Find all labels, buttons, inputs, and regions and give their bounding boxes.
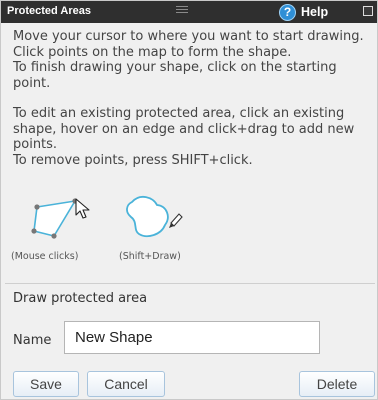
polygon-clicks-icon: [31, 198, 78, 239]
drawing-illustrations: (Mouse clicks) (Shift+Draw): [11, 191, 201, 271]
help-label: Help: [301, 5, 329, 19]
shift-draw-caption: (Shift+Draw): [119, 251, 181, 262]
panel-titlebar[interactable]: Protected Areas ? Help: [1, 1, 377, 23]
minimize-icon[interactable]: [363, 6, 373, 16]
pencil-icon: [169, 213, 183, 228]
name-label: Name: [13, 333, 52, 348]
name-input[interactable]: [64, 321, 320, 354]
instruction-line: shape, hover on an edge and click+drag t…: [13, 121, 355, 137]
instruction-line: Click points on the map to form the shap…: [13, 44, 292, 60]
instruction-line: point.: [13, 75, 51, 91]
instruction-line: points.: [13, 137, 58, 152]
panel-title: Protected Areas: [7, 5, 91, 17]
freehand-shape-icon: [126, 195, 169, 238]
mouse-clicks-caption: (Mouse clicks): [11, 251, 79, 262]
help-button[interactable]: ? Help: [279, 3, 328, 21]
cursor-arrow-icon: [75, 198, 90, 219]
instruction-line: To remove points, press SHIFT+click.: [13, 152, 253, 168]
instruction-line: To finish drawing your shape, click on t…: [13, 60, 337, 75]
cancel-button[interactable]: Cancel: [87, 371, 165, 397]
instructions: Move your cursor to where you want to st…: [13, 29, 373, 168]
illustrations-svg: [31, 195, 183, 239]
save-button[interactable]: Save: [13, 371, 79, 397]
instruction-line: Move your cursor to where you want to st…: [13, 29, 364, 44]
section-title: Draw protected area: [13, 291, 148, 306]
instruction-line: To edit an existing protected area, clic…: [13, 106, 345, 121]
drag-grip-icon[interactable]: [176, 6, 188, 16]
delete-button[interactable]: Delete: [299, 371, 375, 397]
divider: [5, 283, 375, 284]
protected-areas-panel: Protected Areas ? Help Move your cursor …: [0, 0, 378, 400]
question-circle-icon: ?: [279, 3, 296, 21]
